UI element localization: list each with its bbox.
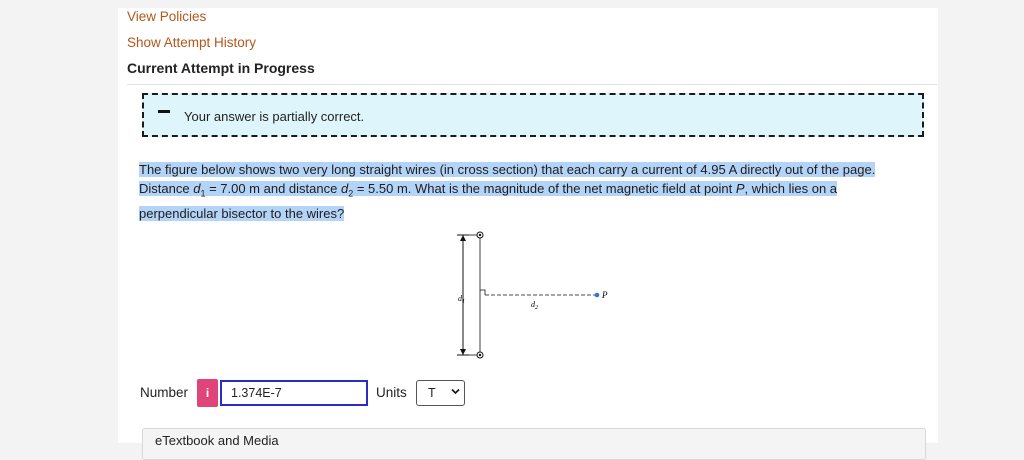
number-input[interactable]: 1.374E-7 (220, 380, 368, 406)
units-label: Units (376, 385, 407, 400)
current-attempt-heading: Current Attempt in Progress (127, 60, 315, 76)
question-line-1: The figure below shows two very long str… (139, 162, 876, 177)
d2-label: d2 (531, 300, 538, 311)
etextbook-media-label: eTextbook and Media (155, 433, 279, 448)
units-selected-value: T (428, 386, 436, 400)
question-text: The figure below shows two very long str… (139, 160, 919, 223)
point-p (594, 292, 600, 298)
point-p-label: P (601, 290, 608, 300)
number-label: Number (140, 385, 189, 400)
question-line-2: Distance d1 = 7.00 m and distance d2 = 5… (139, 181, 838, 199)
feedback-message: Your answer is partially correct. (184, 109, 365, 124)
d1-label: d1 (458, 294, 465, 305)
wires-figure: d1 d2 P (457, 231, 608, 359)
etextbook-media-section[interactable]: eTextbook and Media (142, 428, 926, 460)
chevron-down-icon (451, 388, 460, 395)
question-line-3: perpendicular bisector to the wires? (139, 205, 345, 221)
show-attempt-history-link[interactable]: Show Attempt History (127, 35, 256, 50)
feedback-box: Your answer is partially correct. (142, 93, 924, 137)
info-icon[interactable]: i (197, 379, 218, 407)
partial-correct-icon (158, 110, 170, 113)
view-policies-link[interactable]: View Policies (127, 9, 206, 24)
units-select[interactable]: T (416, 380, 465, 406)
divider (127, 84, 937, 85)
